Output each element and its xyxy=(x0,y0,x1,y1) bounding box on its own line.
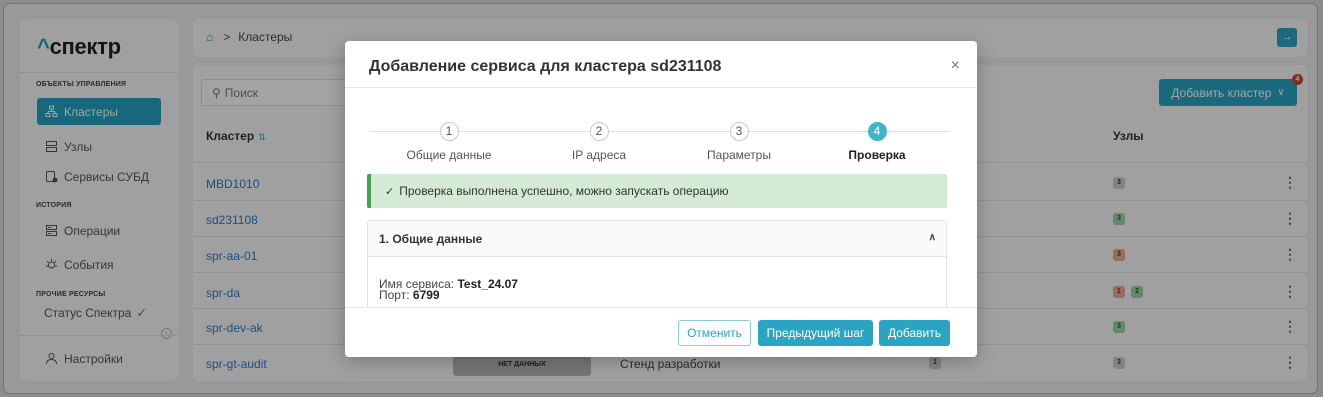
step-check[interactable]: 4 Проверка xyxy=(827,122,927,162)
step-general[interactable]: 1 Общие данные xyxy=(399,122,499,162)
step-number: 1 xyxy=(439,122,459,141)
step-label: Общие данные xyxy=(406,148,492,162)
accordion-header[interactable]: 1. Общие данные ∧ xyxy=(368,221,946,257)
step-label: Параметры xyxy=(707,148,771,162)
step-label: IP адреса xyxy=(571,148,627,162)
port-line: Порт: 6799 xyxy=(379,288,440,302)
dialog-footer: Отменить Предыдущий шаг Добавить xyxy=(345,307,977,357)
service-name-line: Имя сервиса: Test_24.07 xyxy=(379,277,518,291)
step-number: 2 xyxy=(589,122,609,141)
wizard-steps: 1 Общие данные 2 IP адреса 3 Параметры 4… xyxy=(369,122,949,162)
step-number: 4 xyxy=(867,122,887,141)
step-params[interactable]: 3 Параметры xyxy=(689,122,789,162)
accordion-body: Имя сервиса: Test_24.07 Порт: 6799 xyxy=(368,257,946,301)
close-icon[interactable]: × xyxy=(951,57,960,75)
dialog-title: Добавление сервиса для кластера sd231108 xyxy=(369,58,722,75)
add-button[interactable]: Добавить xyxy=(879,320,950,346)
previous-step-button[interactable]: Предыдущий шаг xyxy=(758,320,873,346)
step-label: Проверка xyxy=(848,148,906,162)
chevron-up-icon: ∧ xyxy=(928,232,936,243)
divider xyxy=(345,87,977,88)
check-icon: ✓ xyxy=(385,185,395,198)
success-alert: ✓ Проверка выполнена успешно, можно запу… xyxy=(367,174,947,208)
cancel-button[interactable]: Отменить xyxy=(678,320,751,346)
step-ip[interactable]: 2 IP адреса xyxy=(549,122,649,162)
step-number: 3 xyxy=(729,122,749,141)
add-service-dialog: Добавление сервиса для кластера sd231108… xyxy=(345,41,977,357)
